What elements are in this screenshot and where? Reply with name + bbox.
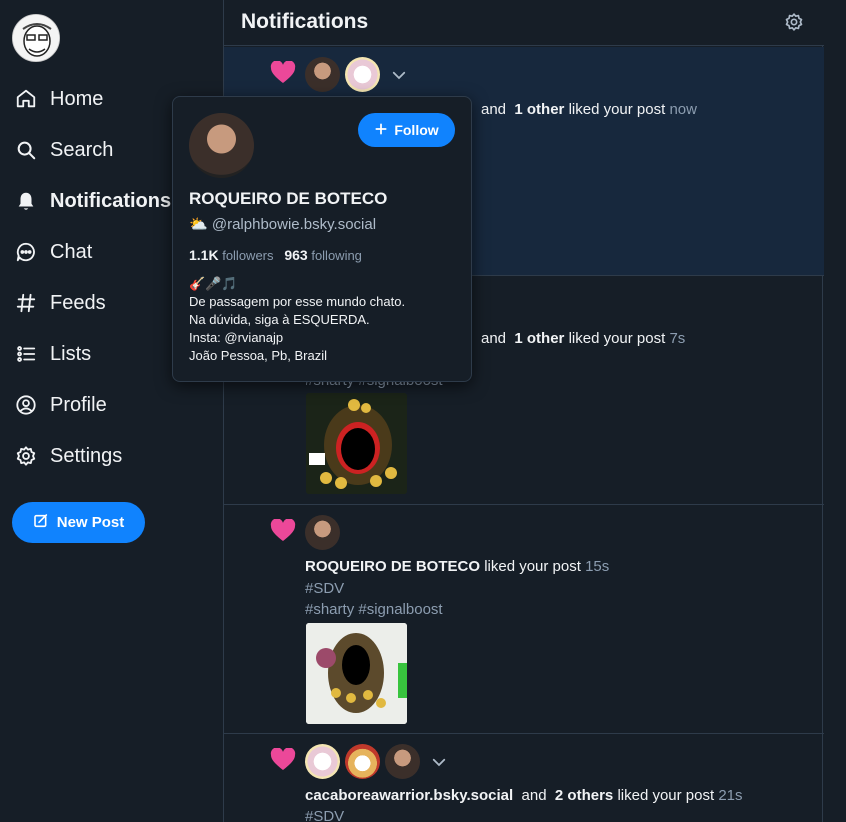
notification-text: ROQUEIRO DE BOTECO liked your post 15s [305,558,610,575]
profile-name[interactable]: ROQUEIRO DE BOTECO [189,189,387,209]
list-icon [14,342,38,366]
avatar[interactable] [305,515,340,550]
follow-label: Follow [394,122,439,138]
nav-settings-label: Settings [50,444,123,467]
profile-handle[interactable]: ⛅ @ralphbowie.bsky.social [189,215,376,233]
followers-count[interactable]: 1.1K [189,247,219,263]
compose-icon [33,513,49,533]
notification-text: and 1 other liked your post now [481,101,697,118]
profile-stats: 1.1K followers 963 following [189,247,362,263]
nav-home-label: Home [50,87,104,110]
avatar[interactable] [345,57,380,92]
weather-emoji: ⛅ [189,216,208,233]
avatar[interactable] [345,744,380,779]
list-item[interactable]: cacaboreawarrior.bsky.social and 2 other… [224,734,824,822]
new-post-button[interactable]: New Post [12,502,145,543]
chevron-down-icon[interactable] [390,66,408,84]
avatar[interactable] [12,14,60,62]
chat-icon [14,240,38,264]
post-image[interactable] [306,623,407,724]
post-tag[interactable]: #SDV [305,808,344,822]
notification-text: cacaboreawarrior.bsky.social and 2 other… [305,787,743,804]
post-tags[interactable]: #sharty #signalboost [305,601,443,618]
nav-lists-label: Lists [50,342,92,365]
post-tag[interactable]: #SDV [305,580,344,597]
heart-icon [270,60,296,85]
search-icon [14,138,38,162]
page-title: Notifications [241,10,369,33]
nav-notifications-label: Notifications [50,189,172,212]
notification-text: and 1 other liked your post 7s [481,330,686,347]
header: Notifications [224,0,824,46]
plus-icon [374,122,388,139]
profile-bio: 🎸🎤🎵 De passagem por esse mundo chato. Na… [189,276,406,363]
user-circle-icon [14,393,38,417]
nav-chat-label: Chat [50,240,93,263]
list-item[interactable]: ROQUEIRO DE BOTECO liked your post 15s #… [224,505,824,734]
bell-icon [14,189,38,213]
nav-notifications[interactable]: Notifications [14,181,171,221]
nav-feeds[interactable]: Feeds [14,283,106,323]
avatar[interactable] [385,744,420,779]
avatar[interactable] [305,744,340,779]
nav-settings[interactable]: Settings [14,436,122,476]
nav-profile[interactable]: Profile [14,385,107,425]
gear-icon [14,444,38,468]
nav-profile-label: Profile [50,393,107,416]
nav-feeds-label: Feeds [50,291,106,314]
avatar[interactable] [305,57,340,92]
home-icon [14,87,38,111]
nav-search[interactable]: Search [14,130,113,170]
gear-icon[interactable] [784,12,804,32]
hash-icon [14,291,38,315]
nav-home[interactable]: Home [14,79,103,119]
profile-hover-card: Follow ROQUEIRO DE BOTECO ⛅ @ralphbowie.… [172,96,472,382]
post-image[interactable] [306,393,407,494]
follow-button[interactable]: Follow [358,113,455,147]
nav-lists[interactable]: Lists [14,334,91,374]
nav-chat[interactable]: Chat [14,232,92,272]
new-post-label: New Post [56,514,125,531]
heart-icon [270,747,296,772]
nav-search-label: Search [50,138,114,161]
avatar[interactable] [189,113,254,178]
following-count[interactable]: 963 [284,247,307,263]
chevron-down-icon[interactable] [430,753,448,771]
heart-icon [270,518,296,543]
